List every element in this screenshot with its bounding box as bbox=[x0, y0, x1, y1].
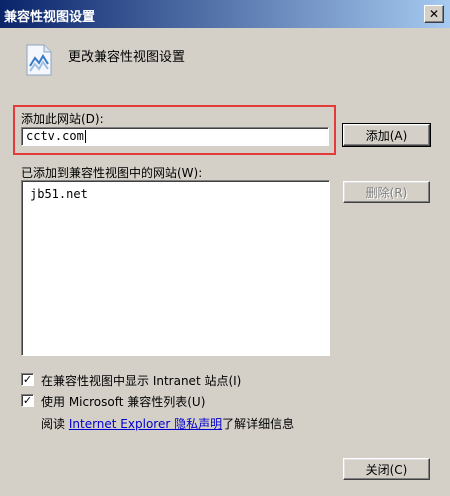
added-sites-list[interactable]: jb51.net bbox=[21, 180, 330, 356]
intranet-option-label: 在兼容性视图中显示 Intranet 站点(I) bbox=[41, 374, 242, 388]
list-item[interactable]: jb51.net bbox=[30, 187, 321, 201]
privacy-link[interactable]: Internet Explorer 隐私声明 bbox=[69, 417, 222, 431]
intranet-checkbox[interactable]: ✓ bbox=[21, 373, 34, 386]
added-sites-label: 已添加到兼容性视图中的网站(W): bbox=[21, 166, 203, 180]
dialog-heading: 更改兼容性视图设置 bbox=[68, 50, 186, 65]
window-title: 兼容性视图设置 bbox=[4, 10, 96, 25]
window-close-button[interactable]: ✕ bbox=[424, 5, 444, 23]
ms-list-checkbox[interactable]: ✓ bbox=[21, 394, 34, 407]
privacy-suffix: 了解详细信息 bbox=[222, 417, 295, 431]
close-button[interactable]: 关闭(C) bbox=[343, 458, 430, 480]
ms-list-option-label: 使用 Microsoft 兼容性列表(U) bbox=[41, 395, 206, 409]
add-button[interactable]: 添加(A) bbox=[342, 123, 431, 147]
compat-view-page-icon bbox=[26, 44, 52, 76]
add-site-label: 添加此网站(D): bbox=[21, 112, 104, 126]
privacy-line: 阅读 Internet Explorer 隐私声明了解详细信息 bbox=[41, 415, 294, 432]
add-site-value: cctv.com bbox=[26, 129, 84, 143]
remove-button: 删除(R) bbox=[343, 181, 430, 203]
add-site-input[interactable]: cctv.com bbox=[21, 127, 329, 146]
privacy-prefix: 阅读 bbox=[41, 417, 66, 431]
title-bar: 兼容性视图设置 ✕ bbox=[0, 0, 450, 28]
